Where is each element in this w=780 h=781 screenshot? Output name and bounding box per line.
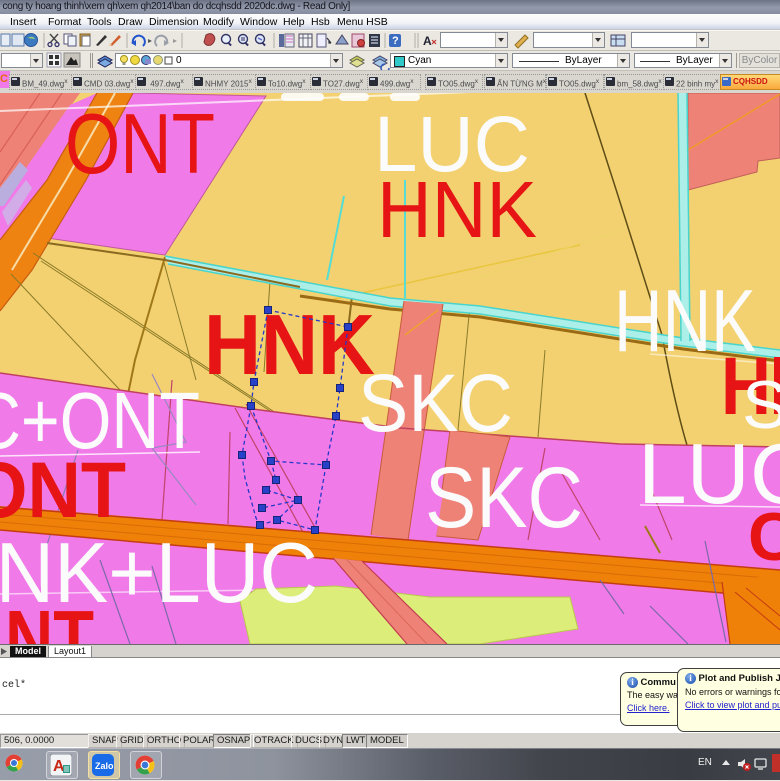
svg-text:NT: NT xyxy=(5,594,94,644)
svg-text:HNK: HNK xyxy=(204,298,375,393)
svg-text:SKC: SKC xyxy=(358,358,513,449)
svg-text:Zalo: Zalo xyxy=(95,761,114,771)
svg-text:?: ? xyxy=(392,35,399,47)
svg-text:SK: SK xyxy=(742,367,780,443)
svg-text:SKC: SKC xyxy=(425,450,583,546)
svg-text:A: A xyxy=(423,34,432,48)
svg-text:C: C xyxy=(748,499,780,575)
svg-text:ONT: ONT xyxy=(0,445,126,534)
svg-text:HNK: HNK xyxy=(377,165,537,254)
svg-text:ONT: ONT xyxy=(65,97,215,192)
